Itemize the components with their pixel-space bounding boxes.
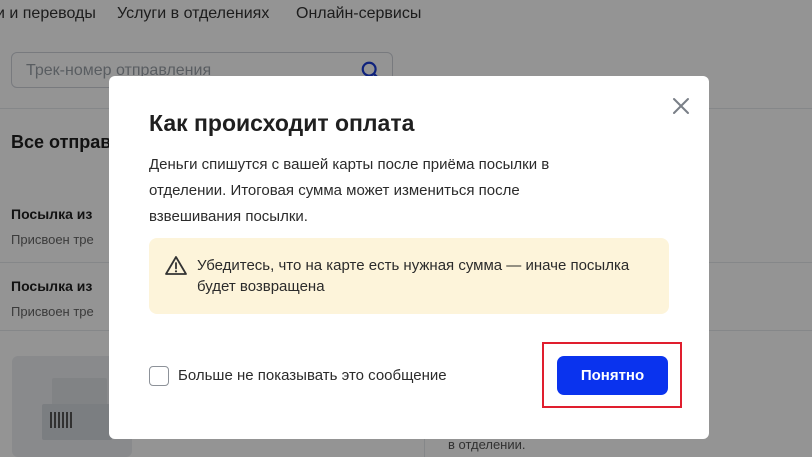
- dont-show-again-checkbox[interactable]: [149, 366, 169, 386]
- confirm-button[interactable]: Понятно: [557, 356, 668, 395]
- payment-info-modal: Как происходит оплата Деньги спишутся с …: [109, 76, 709, 439]
- warning-triangle-icon: [165, 256, 187, 275]
- close-icon[interactable]: [669, 94, 693, 118]
- modal-description: Деньги спишутся с вашей карты после приё…: [149, 156, 550, 225]
- warning-text: Убедитесь, что на карте есть нужная сумм…: [197, 257, 630, 295]
- warning-banner: Убедитесь, что на карте есть нужная сумм…: [149, 238, 669, 314]
- modal-title: Как происходит оплата: [149, 110, 415, 136]
- checkbox-label: Больше не показывать это сообщение: [178, 367, 447, 384]
